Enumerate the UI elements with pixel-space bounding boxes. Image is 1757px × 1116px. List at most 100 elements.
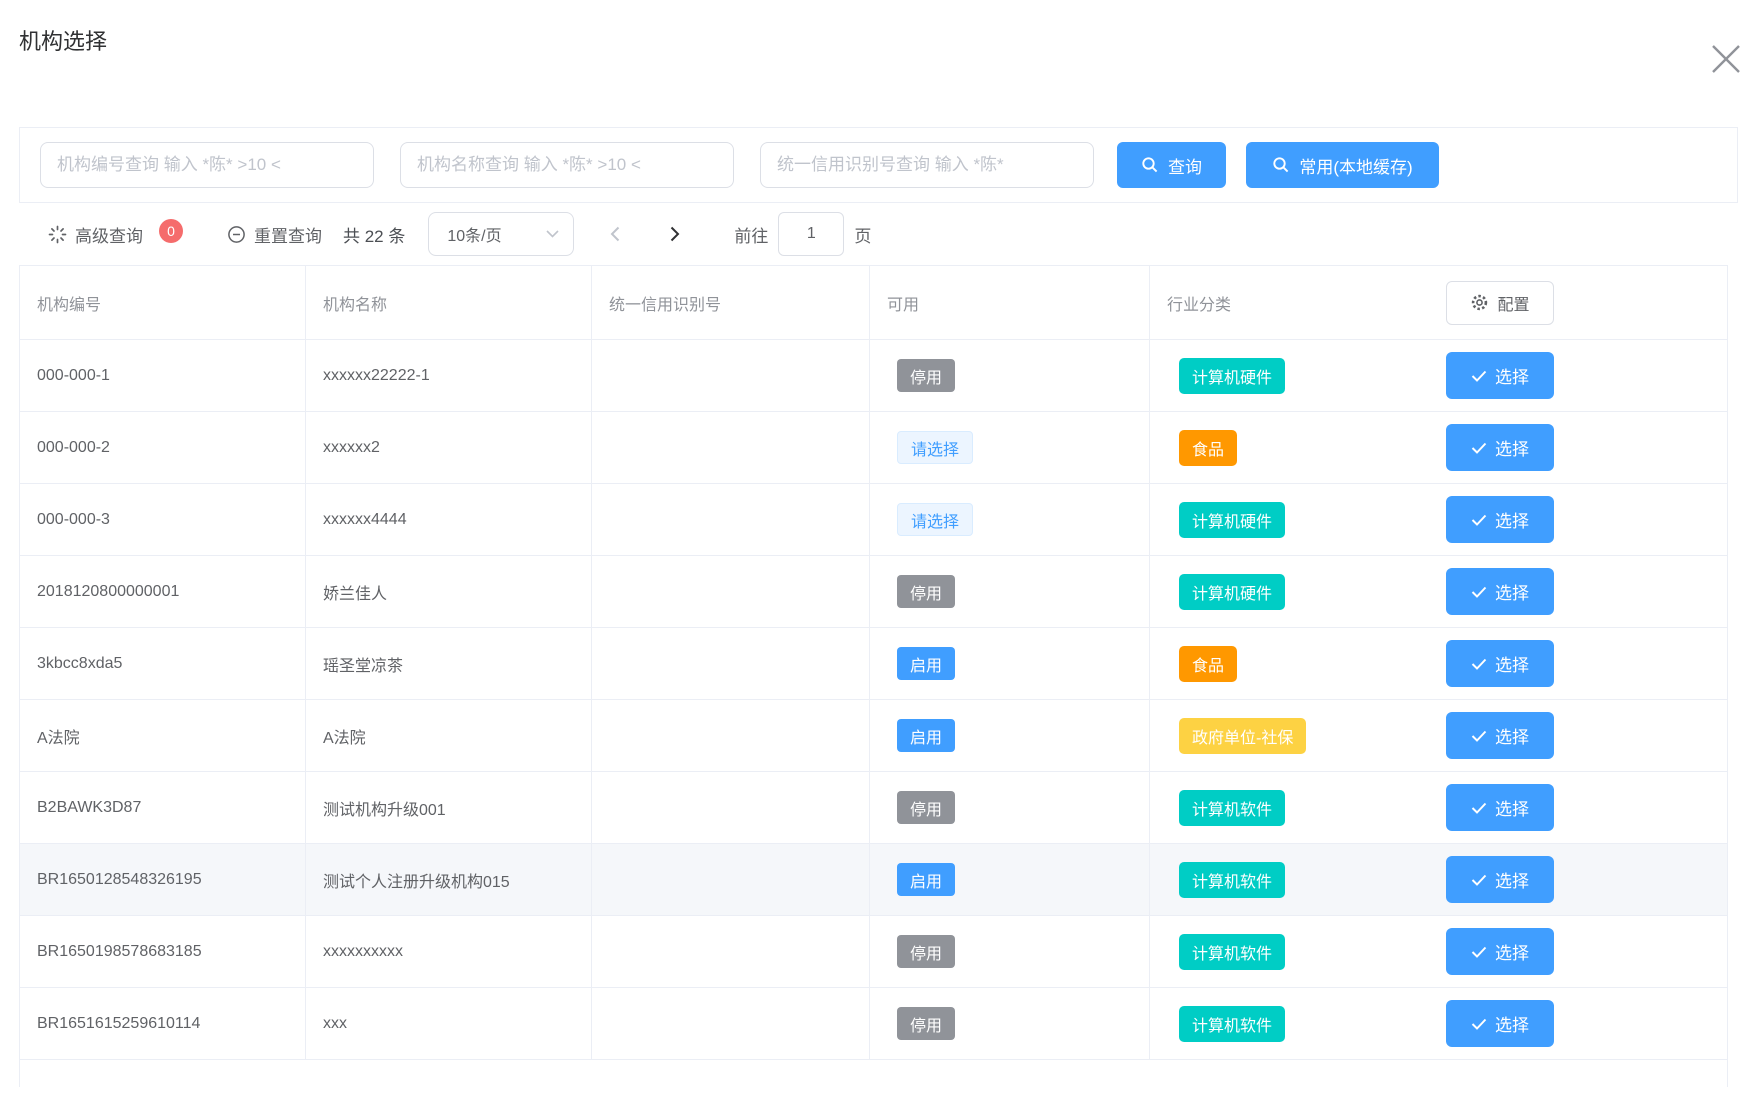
- select-button[interactable]: 选择: [1446, 496, 1554, 543]
- column-header-org-id: 机构编号: [20, 266, 306, 339]
- select-button[interactable]: 选择: [1446, 1000, 1554, 1047]
- page-size-value: 10条/页: [447, 222, 501, 246]
- cell-status: 停用: [870, 340, 1150, 411]
- select-button[interactable]: 选择: [1446, 712, 1554, 759]
- sparkle-icon: [48, 225, 67, 244]
- table-row: 000-000-3xxxxxx4444请选择计算机硬件选择: [20, 484, 1727, 556]
- reset-query-button[interactable]: 重置查询: [227, 222, 322, 247]
- table-row: 2018120800000001娇兰佳人停用计算机硬件选择: [20, 556, 1727, 628]
- cell-action: 选择: [1421, 484, 1727, 555]
- config-button-label: 配置: [1497, 291, 1529, 315]
- table-row: BR1650128548326195测试个人注册升级机构015启用计算机软件选择: [20, 844, 1727, 916]
- status-tag[interactable]: 停用: [897, 575, 955, 608]
- select-button[interactable]: 选择: [1446, 856, 1554, 903]
- gear-icon: [1470, 293, 1489, 312]
- advanced-query-count-badge: 0: [159, 219, 183, 243]
- table-row: 000-000-1xxxxxx22222-1 停用 计算机硬件选择: [20, 340, 1727, 412]
- status-tag[interactable]: 请选择: [897, 503, 973, 536]
- goto-page-input[interactable]: [778, 212, 844, 256]
- page-size-select[interactable]: 10条/页: [428, 212, 574, 256]
- cell-status: 停用: [870, 772, 1150, 843]
- prev-page-button[interactable]: [596, 226, 634, 242]
- cell-industry: 计算机硬件: [1150, 556, 1421, 627]
- chevron-down-icon: [546, 230, 559, 238]
- reset-query-label: 重置查询: [254, 222, 322, 247]
- query-button[interactable]: 查询: [1117, 142, 1226, 188]
- select-button[interactable]: 选择: [1446, 352, 1554, 399]
- cache-query-button-label: 常用(本地缓存): [1299, 153, 1412, 178]
- cell-credit-id: [592, 412, 870, 483]
- cell-org-name: xxxxxx22222-1: [306, 340, 592, 411]
- status-tag[interactable]: 停用: [897, 1007, 955, 1040]
- cell-industry: 计算机软件: [1150, 988, 1421, 1059]
- page-title: 机构选择: [19, 27, 1738, 57]
- cell-credit-id: [592, 844, 870, 915]
- cache-query-button[interactable]: 常用(本地缓存): [1246, 142, 1439, 188]
- industry-tag: 食品: [1179, 646, 1237, 682]
- status-tag[interactable]: 停用: [897, 791, 955, 824]
- search-icon: [1141, 156, 1159, 174]
- cell-status: 启用: [870, 628, 1150, 699]
- status-tag[interactable]: 启用: [897, 647, 955, 680]
- organization-select-modal: 机构选择 查询 常用(本地缓存): [0, 27, 1757, 1087]
- cell-status: 启用: [870, 844, 1150, 915]
- cell-action: 选择: [1421, 340, 1727, 411]
- status-tag[interactable]: 启用: [897, 719, 955, 752]
- cell-org-name: 测试个人注册升级机构015: [306, 844, 592, 915]
- cell-credit-id: [592, 916, 870, 987]
- cell-org-name: 娇兰佳人: [306, 556, 592, 627]
- cell-industry: 计算机软件: [1150, 916, 1421, 987]
- status-tag[interactable]: 启用: [897, 863, 955, 896]
- advanced-query-button[interactable]: 高级查询 0: [48, 222, 183, 247]
- org-name-search-input[interactable]: [400, 142, 734, 188]
- close-button[interactable]: [1706, 39, 1746, 79]
- goto-unit-label: 页: [854, 222, 871, 247]
- industry-tag: 计算机软件: [1179, 790, 1285, 826]
- org-id-search-input[interactable]: [40, 142, 374, 188]
- cell-org-name: xxxxxxxxxx: [306, 916, 592, 987]
- select-button[interactable]: 选择: [1446, 928, 1554, 975]
- table-header: 机构编号 机构名称 统一信用识别号 可用 行业分类 配置: [20, 266, 1727, 340]
- cell-action: 选择: [1421, 772, 1727, 843]
- cell-org-id: 3kbcc8xda5: [20, 628, 306, 699]
- cell-org-name: xxxxxx4444: [306, 484, 592, 555]
- select-button[interactable]: 选择: [1446, 784, 1554, 831]
- cell-industry: 计算机硬件: [1150, 340, 1421, 411]
- cell-credit-id: [592, 628, 870, 699]
- check-icon: [1471, 1018, 1487, 1030]
- table-row: BR1650198578683185xxxxxxxxxx停用计算机软件选择: [20, 916, 1727, 988]
- check-icon: [1471, 442, 1487, 454]
- credit-id-search-input[interactable]: [760, 142, 1094, 188]
- select-button[interactable]: 选择: [1446, 424, 1554, 471]
- close-icon: [1709, 42, 1743, 76]
- cell-credit-id: [592, 340, 870, 411]
- config-button[interactable]: 配置: [1446, 281, 1554, 325]
- industry-tag: 政府单位-社保: [1179, 718, 1306, 754]
- status-tag[interactable]: 停用: [897, 935, 955, 968]
- cell-status: 停用: [870, 556, 1150, 627]
- table-overflow-edge: [19, 1060, 1728, 1087]
- column-header-credit-id: 统一信用识别号: [592, 266, 870, 339]
- cell-org-name: xxx: [306, 988, 592, 1059]
- industry-tag: 计算机硬件: [1179, 574, 1285, 610]
- cell-credit-id: [592, 988, 870, 1059]
- industry-tag: 计算机硬件: [1179, 502, 1285, 538]
- chevron-left-icon: [610, 226, 620, 242]
- check-icon: [1471, 874, 1487, 886]
- table-row: BR1651615259610114xxx停用计算机软件选择: [20, 988, 1727, 1060]
- table-toolbar: 高级查询 0 重置查询 共 22 条 10条/页: [19, 203, 1738, 265]
- cell-industry: 政府单位-社保: [1150, 700, 1421, 771]
- next-page-button[interactable]: [656, 226, 694, 242]
- cell-org-name: xxxxxx2: [306, 412, 592, 483]
- status-tag[interactable]: 停用: [897, 359, 955, 392]
- cell-org-id: B2BAWK3D87: [20, 772, 306, 843]
- cell-credit-id: [592, 484, 870, 555]
- column-header-action: 配置: [1421, 266, 1727, 339]
- select-button[interactable]: 选择: [1446, 568, 1554, 615]
- cell-org-id: 000-000-1: [20, 340, 306, 411]
- goto-label: 前往: [734, 222, 768, 247]
- cell-action: 选择: [1421, 556, 1727, 627]
- select-button[interactable]: 选择: [1446, 640, 1554, 687]
- industry-tag: 食品: [1179, 430, 1237, 466]
- status-tag[interactable]: 请选择: [897, 431, 973, 464]
